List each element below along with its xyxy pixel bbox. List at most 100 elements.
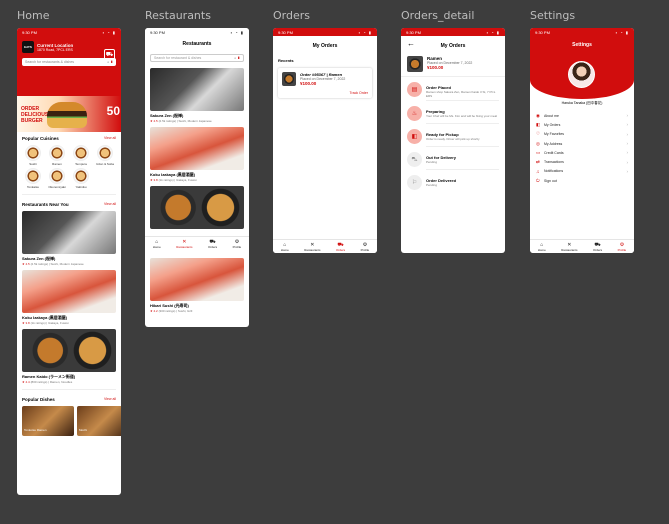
search-icon: ⌕ ▮ <box>107 60 113 64</box>
item-price: ¥100.00 <box>427 65 444 70</box>
bag-icon: ◧ <box>536 121 541 127</box>
cuisine-image <box>49 145 65 161</box>
banner-discount: 50 <box>106 104 120 118</box>
star-icon: ★ <box>22 380 25 384</box>
order-step: ⚐ Order Delivered Pending <box>401 170 505 190</box>
page-title: Restaurants <box>182 41 212 47</box>
nav-restaurants[interactable]: ✕ Restaurants <box>561 242 577 252</box>
star-icon: ★ <box>22 262 25 266</box>
cuisine-image <box>25 145 41 161</box>
cuisine-label: Ramen <box>52 162 62 166</box>
user-name: Haruka Tanaka (田中春花) <box>561 101 603 105</box>
orders-screen: 9:30 PM ▪ ◔ ▮ My Orders Recents Order #9… <box>273 28 377 253</box>
order-step: ◧ Ready for Pickup Order is ready. Driver… <box>401 124 505 144</box>
cuisine-item[interactable]: Udon & Soba <box>93 145 117 166</box>
cuisine-label: Tempura <box>75 162 87 166</box>
menu-item-address[interactable]: ◎ My Address › <box>530 139 634 148</box>
restaurant-card[interactable]: Hikari Sushi (光寿司) ★ 4.2 (300 ratings) |… <box>145 256 249 315</box>
home-screen: 9:30 PM ▪ ◔ ▮ EATS Current Location 1870… <box>17 28 121 495</box>
location-title[interactable]: Current Location <box>37 43 73 48</box>
order-thumbnail <box>282 72 296 86</box>
cart-icon[interactable]: ⛟ <box>104 49 115 60</box>
search-input[interactable]: Search for restaurants & dishes ⌕ ▮ <box>22 58 116 66</box>
avatar[interactable] <box>568 61 595 88</box>
restaurant-card[interactable] <box>145 184 249 231</box>
order-card[interactable]: Order #95367 | Ramen Placed on December … <box>278 68 372 98</box>
dishes-carousel: Tonkotsu Ramen Mochi <box>17 404 121 438</box>
promo-banner[interactable]: ORDER DELICIOUS BURGER 50 <box>17 96 121 132</box>
frame-label-restaurants: Restaurants <box>145 9 211 22</box>
mic-icon[interactable]: ▮ <box>110 60 113 64</box>
cuisine-item[interactable]: Tonkatsu <box>21 168 45 189</box>
menu-item-cards[interactable]: ▭ Credit Cards › <box>530 148 634 157</box>
overflow-section: Hikari Sushi (光寿司) ★ 4.2 (300 ratings) |… <box>145 256 249 315</box>
restaurant-image <box>150 258 244 301</box>
menu-item-notifications[interactable]: ♫ Notifications › <box>530 167 634 176</box>
restaurant-card[interactable]: Ramen Kaido (ラーメン街道) ★ 4.4 (800 ratings)… <box>17 327 121 386</box>
nav-orders[interactable]: ⛟ Orders <box>593 242 602 252</box>
divider <box>22 389 116 390</box>
bottom-nav: ⌂ Home ✕ Restaurants ⛟ Orders ⚙ Profile <box>145 236 249 250</box>
view-all-link[interactable]: View all <box>104 397 116 402</box>
menu-item-transactions[interactable]: ⇄ Transactions › <box>530 157 634 166</box>
search-placeholder: Search for restaurant & dishes <box>154 56 202 60</box>
view-all-link[interactable]: View all <box>104 136 116 141</box>
nav-orders[interactable]: ⛟ Orders <box>336 242 345 252</box>
step-desc: Order is ready. Driver will pick up shor… <box>426 137 480 141</box>
track-order-link[interactable]: Track Order <box>349 91 368 95</box>
nav-orders[interactable]: ⛟ Orders <box>208 239 217 249</box>
cuisine-item[interactable]: Okonomiyaki <box>45 168 69 189</box>
restaurant-card[interactable]: Koku Izakaya (黒居酒屋) ★ 3.8 (1k ratings) |… <box>145 125 249 184</box>
order-summary: Ramen Placed on December 7, 2022 ¥100.00 <box>401 56 505 77</box>
nav-profile[interactable]: ⚙ Profile <box>233 239 242 249</box>
banner-text-3: BURGER <box>21 118 43 124</box>
restaurant-card[interactable]: Sakura Zen (桜禅) ★ 4.5 (2.5k ratings) | S… <box>145 66 249 125</box>
menu-item-orders[interactable]: ◧ My Orders › <box>530 120 634 129</box>
nav-restaurants[interactable]: ✕ Restaurants <box>176 239 192 249</box>
star-icon: ★ <box>22 321 25 325</box>
section-title: Popular Dishes <box>22 397 55 402</box>
home-header: EATS Current Location 1870 Road, 7PCL ER… <box>17 36 121 96</box>
dish-card[interactable]: Tonkotsu Ramen <box>22 406 74 436</box>
view-all-link[interactable]: View all <box>104 202 116 207</box>
restaurant-meta: (1k ratings) | Izakaya, Fusion <box>30 321 70 325</box>
nav-home[interactable]: ⌂ Home <box>281 242 289 252</box>
search-input[interactable]: Search for restaurant & dishes ⌕ ▮ <box>150 54 244 62</box>
cuisine-item[interactable]: Tempura <box>69 145 93 166</box>
bottom-nav: ⌂ Home ✕ Restaurants ⛟ Orders ⚙ Profile <box>530 239 634 253</box>
menu-item-about[interactable]: ◉ About me › <box>530 111 634 120</box>
menu-item-favorites[interactable]: ♡ My Favorites › <box>530 130 634 139</box>
cuisine-item[interactable]: Sushi <box>21 145 45 166</box>
nav-home[interactable]: ⌂ Home <box>153 239 161 249</box>
page-title: My Orders <box>440 43 466 49</box>
nav-profile[interactable]: ⚙ Profile <box>361 242 370 252</box>
star-icon: ★ <box>150 309 153 313</box>
dish-card[interactable]: Mochi <box>77 406 121 436</box>
back-arrow-icon[interactable]: ← <box>407 39 415 48</box>
menu-item-signout[interactable]: ⏻ Sign out <box>530 176 634 185</box>
restaurant-image <box>150 68 244 111</box>
restaurant-card[interactable]: Sakura Zen (桜禅) ★ 4.5 (2.5k ratings) | S… <box>17 209 121 268</box>
chevron-right-icon: › <box>626 141 629 147</box>
restaurant-card[interactable]: Koku Izakaya (黒居酒屋) ★ 3.8 (1k ratings) |… <box>17 268 121 327</box>
popular-cuisines-header: Popular Cuisines View all <box>17 132 121 143</box>
signout-icon: ⏻ <box>536 178 540 184</box>
restaurant-meta: (2.5k ratings) | Sushi, Modern Japanese <box>158 119 212 123</box>
rating: 3.8 <box>25 321 30 325</box>
recents-label: Recents <box>278 58 294 63</box>
chevron-right-icon: › <box>626 131 629 137</box>
rating: 4.4 <box>25 380 30 384</box>
chef-icon: ♨ <box>407 106 422 121</box>
cuisine-item[interactable]: Ramen <box>45 145 69 166</box>
nav-restaurants[interactable]: ✕ Restaurants <box>304 242 320 252</box>
status-time: 9:30 PM <box>406 29 421 35</box>
cuisine-item[interactable]: Yakiniku <box>69 168 93 189</box>
nav-profile[interactable]: ⚙ Profile <box>618 242 627 252</box>
bottom-nav: ⌂ Home ✕ Restaurants ⛟ Orders ⚙ Profile <box>273 239 377 253</box>
frame-label-settings: Settings <box>530 9 576 22</box>
nav-home[interactable]: ⌂ Home <box>538 242 546 252</box>
dish-label: Tonkotsu Ramen <box>24 428 47 432</box>
order-step: ▤ Order Placed Ramen shop Sakura Zen, Ram… <box>401 77 505 98</box>
mic-icon[interactable]: ▮ <box>237 56 240 60</box>
rating: 4.5 <box>25 262 30 266</box>
